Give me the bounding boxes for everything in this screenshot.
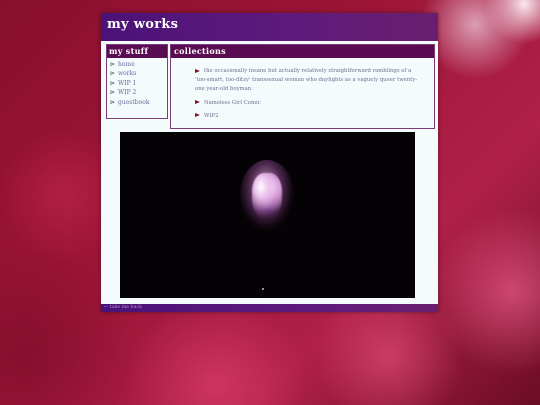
collection-link[interactable]: Nameless Girl Comic [204, 100, 261, 106]
site-header: my works [101, 13, 438, 41]
content-page: my works my stuff ⊳ home ⊳ works ⊳ WIP 1 ⊳ W… [101, 13, 438, 312]
nav-item-guestbook[interactable]: ⊳ guestbook [110, 98, 167, 107]
nav-label: WIP 2 [118, 89, 137, 97]
artwork-speck [262, 288, 264, 290]
play-arrow-icon [195, 100, 200, 105]
collection-item-nameless-girl-comic[interactable]: Nameless Girl Comic [195, 99, 420, 108]
nav-list: ⊳ home ⊳ works ⊳ WIP 1 ⊳ WIP 2 ⊳ guestbook [107, 60, 167, 107]
arrow-icon: ⊳ [110, 61, 116, 68]
featured-artwork [120, 132, 415, 298]
nav-label: works [118, 70, 137, 78]
arrow-icon: ⊳ [110, 98, 116, 106]
sidebar-panel: my stuff ⊳ home ⊳ works ⊳ WIP 1 ⊳ WIP 2 ⊳ gue… [106, 44, 168, 119]
collection-item-wip2[interactable]: WIP2 [195, 112, 420, 121]
collections-list: the occasionally insane but actually rel… [171, 67, 434, 121]
back-link[interactable]: ← take me back [104, 304, 142, 312]
site-footer: ← take me back [101, 304, 438, 312]
nav-item-works[interactable]: ⊳ works [110, 69, 167, 78]
collection-link[interactable]: WIP2 [204, 113, 218, 119]
nav-item-home[interactable]: ⊳ home [110, 60, 167, 69]
collections-panel: collections the occasionally insane but … [170, 44, 435, 129]
play-arrow-icon [195, 113, 200, 118]
nav-label: home [118, 61, 135, 68]
nav-item-wip-1[interactable]: ⊳ WIP 1 [110, 79, 167, 88]
nav-item-wip-2[interactable]: ⊳ WIP 2 [110, 88, 167, 97]
arrow-icon: ⊳ [110, 70, 116, 78]
arrow-icon: ⊳ [110, 89, 116, 97]
play-arrow-icon [195, 68, 200, 73]
sidebar-heading: my stuff [107, 45, 167, 58]
collections-heading: collections [171, 45, 434, 58]
collection-item-ramblings[interactable]: the occasionally insane but actually rel… [195, 67, 420, 95]
site-title: my works [107, 17, 179, 32]
artwork-figure [252, 173, 282, 219]
collection-link[interactable]: the occasionally insane but actually rel… [195, 68, 417, 92]
nav-label: guestbook [118, 98, 150, 106]
arrow-icon: ⊳ [110, 79, 116, 87]
nav-label: WIP 1 [118, 79, 137, 87]
